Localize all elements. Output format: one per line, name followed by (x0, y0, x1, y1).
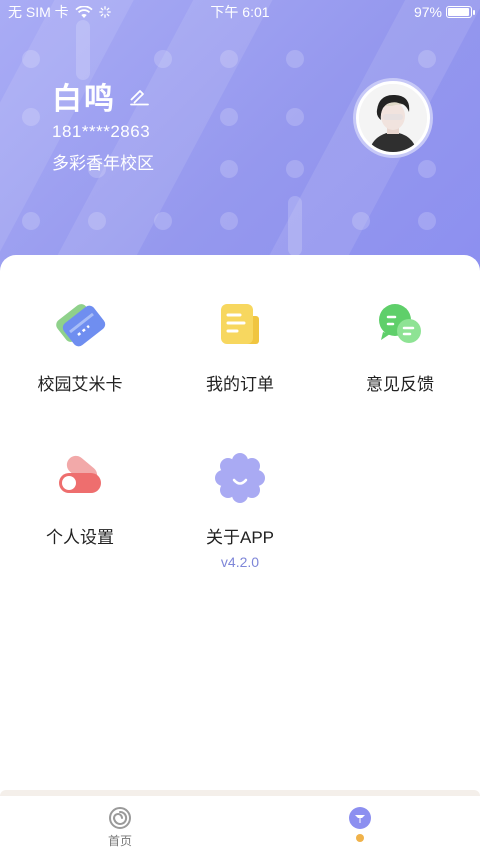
tab-home[interactable]: 首页 (0, 796, 240, 853)
menu-card: 校园艾米卡 我的订单 意见反馈 个人设置 关于APP v4.2.0 (0, 255, 480, 795)
menu-label-campus-card: 校园艾米卡 (37, 375, 123, 394)
tab-profile[interactable] (240, 796, 480, 853)
menu-label-feedback: 意见反馈 (366, 375, 434, 394)
active-tab-indicator (356, 834, 364, 842)
chat-bubbles-icon (379, 304, 421, 343)
menu-item-settings[interactable]: 个人设置 (0, 451, 160, 548)
avatar-button[interactable] (353, 78, 433, 158)
avatar (359, 84, 427, 152)
user-phone: 181****2863 (52, 122, 151, 141)
carrier-label: 无 SIM 卡 (8, 4, 69, 20)
swirl-home-icon (109, 807, 131, 829)
app-version: v4.2.0 (220, 554, 260, 570)
user-name: 白鸣 (52, 83, 116, 116)
battery-icon (446, 6, 475, 18)
user-campus[interactable]: 多彩香年校区 (52, 149, 154, 174)
edit-icon[interactable] (128, 86, 150, 106)
tab-bar: 首页 (0, 796, 480, 853)
menu-item-feedback[interactable]: 意见反馈 (320, 298, 480, 395)
battery-percent: 97% (413, 4, 442, 20)
loading-spinner-icon (98, 6, 111, 18)
wifi-icon (75, 5, 93, 18)
menu-item-my-orders[interactable]: 我的订单 (160, 298, 320, 395)
menu-label-my-orders: 我的订单 (206, 375, 274, 394)
status-bar: 无 SIM 卡 下午 6:01 97% (0, 0, 480, 24)
menu-label-about-app: 关于APP (205, 528, 275, 547)
credit-card-icon (56, 304, 106, 347)
menu-item-campus-card[interactable]: 校园艾米卡 (0, 298, 160, 395)
order-document-icon (221, 304, 259, 344)
smiley-badge-icon (215, 453, 265, 503)
tab-home-label: 首页 (107, 834, 132, 848)
avatar-image (359, 84, 427, 152)
menu-label-settings: 个人设置 (46, 528, 114, 547)
profile-tab-icon (349, 807, 371, 829)
toggle-switch-icon (59, 455, 101, 493)
menu-item-about-app[interactable]: 关于APP v4.2.0 (160, 451, 320, 570)
profile-header: 无 SIM 卡 下午 6:01 97% 白鸣 181****2863 多彩香年校… (0, 0, 480, 290)
